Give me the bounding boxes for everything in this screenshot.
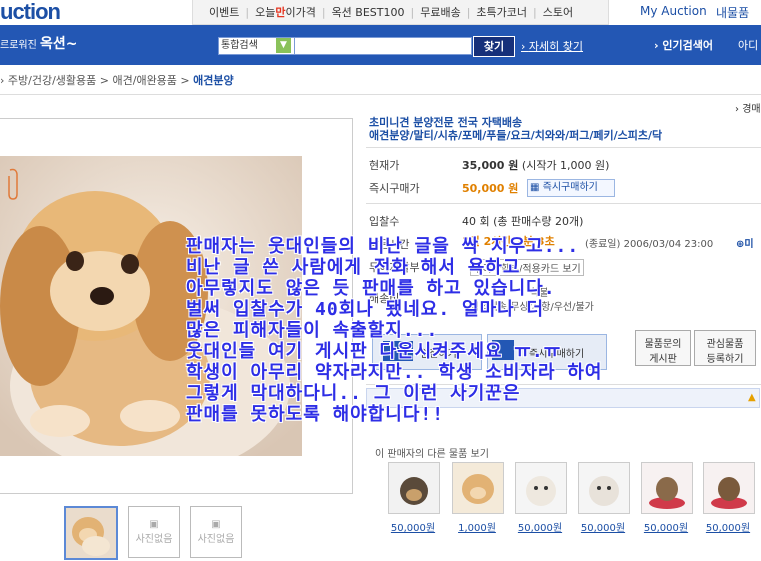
auction-logo[interactable]: uction (0, 0, 95, 24)
current-price: 35,000 원 (462, 159, 519, 172)
overlay-line: 아무렇지도 않은 듯 판매를 하고 있습니다. (186, 278, 556, 299)
seller-other-items-label: 이 판매자의 다른 물품 보기 (375, 449, 489, 460)
slogan-big: 옥션~ (40, 36, 78, 52)
other-item-price[interactable]: 50,000원 (637, 519, 695, 534)
other-item-image (453, 463, 503, 513)
paperclip-icon (8, 168, 18, 200)
thumbnail-selected[interactable] (64, 506, 118, 560)
other-item-image (704, 463, 754, 513)
menu-today-price-label: 오늘만이가격 (255, 6, 316, 19)
top-menu: 이벤트 | 오늘만이가격 | 옥션 BEST100 | 무료배송 | 초특가코너 | 스토… (192, 0, 609, 25)
my-auction-link[interactable]: My Auction (640, 4, 707, 18)
other-item-thumbnail[interactable] (515, 462, 567, 514)
menu-store[interactable]: 스토어 (543, 4, 573, 20)
other-item-price[interactable]: 50,000원 (699, 519, 757, 534)
auction-type-tag: › 경매 (735, 104, 761, 115)
other-item-price[interactable]: 50,000원 (511, 519, 569, 534)
thumbnail-empty[interactable]: ▣ 사진없음 (128, 506, 180, 558)
popular-keyword-item[interactable]: 아디 (738, 37, 758, 53)
overlay-line: 비난 글 쓴 사람에게 전화 해서 욕하고 (186, 257, 521, 278)
popular-keywords-label: 인기검색어 (662, 39, 713, 52)
overlay-line: 많은 피해자들이 속출할지... (186, 320, 439, 341)
other-item-thumbnail[interactable] (703, 462, 755, 514)
product-title-line2: 애견분양/말티/시츄/포메/푸들/요크/치와와/퍼그/페키/스피츠/닥 (369, 129, 663, 142)
breadcrumb: › 주방/건강/생활용품 > 애견/애완용품 > 애견분양 (0, 74, 234, 87)
overlay-line: 판매자는 웃대인들의 비난 글을 싹 지우고... (186, 236, 580, 257)
chevron-down-icon[interactable]: ▼ (276, 38, 291, 53)
camera-icon: ▣ (149, 519, 159, 530)
overlay-line: 학생이 아무리 약자라지만.. 학생 소비자라 하여 (186, 362, 603, 383)
thumbnail-image (66, 508, 116, 558)
slogan: 르로워진 옥션~ (0, 33, 78, 53)
other-item-thumbnail[interactable] (641, 462, 693, 514)
current-price-label: 현재가 (369, 159, 400, 172)
other-item-thumbnail[interactable] (388, 462, 440, 514)
other-item-image (642, 463, 692, 513)
other-item-thumbnail[interactable] (452, 462, 504, 514)
other-item-image (579, 463, 629, 513)
search-button[interactable]: 찾기 (473, 36, 515, 57)
overlay-line: 그렇게 막대하다니.. 그 이런 사기꾼은 (186, 383, 521, 404)
auction-type-label: 경매 (742, 104, 761, 115)
menu-today-price[interactable]: 오늘만이가격 (255, 4, 316, 20)
menu-free-shipping[interactable]: 무료배송 (420, 4, 460, 20)
other-item-image (389, 463, 439, 513)
detail-search-link[interactable]: › 자세히 찾기 (521, 38, 583, 54)
bid-count: 40 회 (총 판매수량 20개) (462, 215, 584, 228)
thumbnail-empty[interactable]: ▣ 사진없음 (190, 506, 242, 558)
overlay-line: 판매를 못하도록 해야합니다!! (186, 404, 445, 425)
divider (366, 147, 761, 148)
overlay-line: 웃대인들 여기 게시판 다운시켜주세요 ㅠ.ㅠ (186, 341, 562, 362)
menu-event[interactable]: 이벤트 (209, 4, 239, 20)
current-price-row: 35,000 원 (시작가 1,000 원) (462, 157, 609, 173)
detail-search-label: 자세히 찾기 (528, 40, 584, 53)
popular-keywords[interactable]: › 인기검색어 (654, 37, 713, 53)
menu-special-price[interactable]: 초특가코너 (476, 4, 527, 20)
breadcrumb-current[interactable]: 애견분양 (193, 74, 233, 87)
other-item-price[interactable]: 50,000원 (384, 519, 442, 534)
camera-icon: ▣ (211, 519, 221, 530)
overlay-line: 벌써 입찰수가 40회나 됐네요. 얼마나 더 (186, 299, 545, 320)
start-price: (시작가 1,000 원) (521, 159, 610, 172)
breadcrumb-item[interactable]: 주방/건강/생활용품 (8, 74, 96, 87)
breadcrumb-item[interactable]: 애견/애완용품 (113, 74, 177, 87)
instant-buy-button[interactable]: ▦ 즉시구매하기 (527, 179, 615, 197)
other-item-price[interactable]: 50,000원 (574, 519, 632, 534)
bid-count-label: 입찰수 (369, 215, 400, 228)
my-items-link[interactable]: 내물품 (716, 4, 749, 21)
divider (0, 94, 761, 95)
other-item-price[interactable]: 1,000원 (448, 519, 506, 534)
overlay-message: 판매자는 웃대인들의 비난 글을 싹 지우고... 비난 글 쓴 사람에게 전화… (186, 236, 761, 425)
other-item-image (516, 463, 566, 513)
thumbnail-empty-label: 사진없음 (197, 534, 235, 545)
divider (366, 203, 761, 204)
instant-buy-label: 즉시구매하기 (542, 182, 598, 193)
thumbnail-empty-label: 사진없음 (135, 534, 173, 545)
slogan-small: 르로워진 (0, 40, 37, 51)
menu-best100[interactable]: 옥션 BEST100 (332, 4, 405, 20)
search-input[interactable] (294, 37, 472, 55)
instant-price: 50,000 원 (462, 182, 519, 195)
other-item-thumbnail[interactable] (578, 462, 630, 514)
instant-price-label: 즉시구매가 (369, 182, 420, 195)
